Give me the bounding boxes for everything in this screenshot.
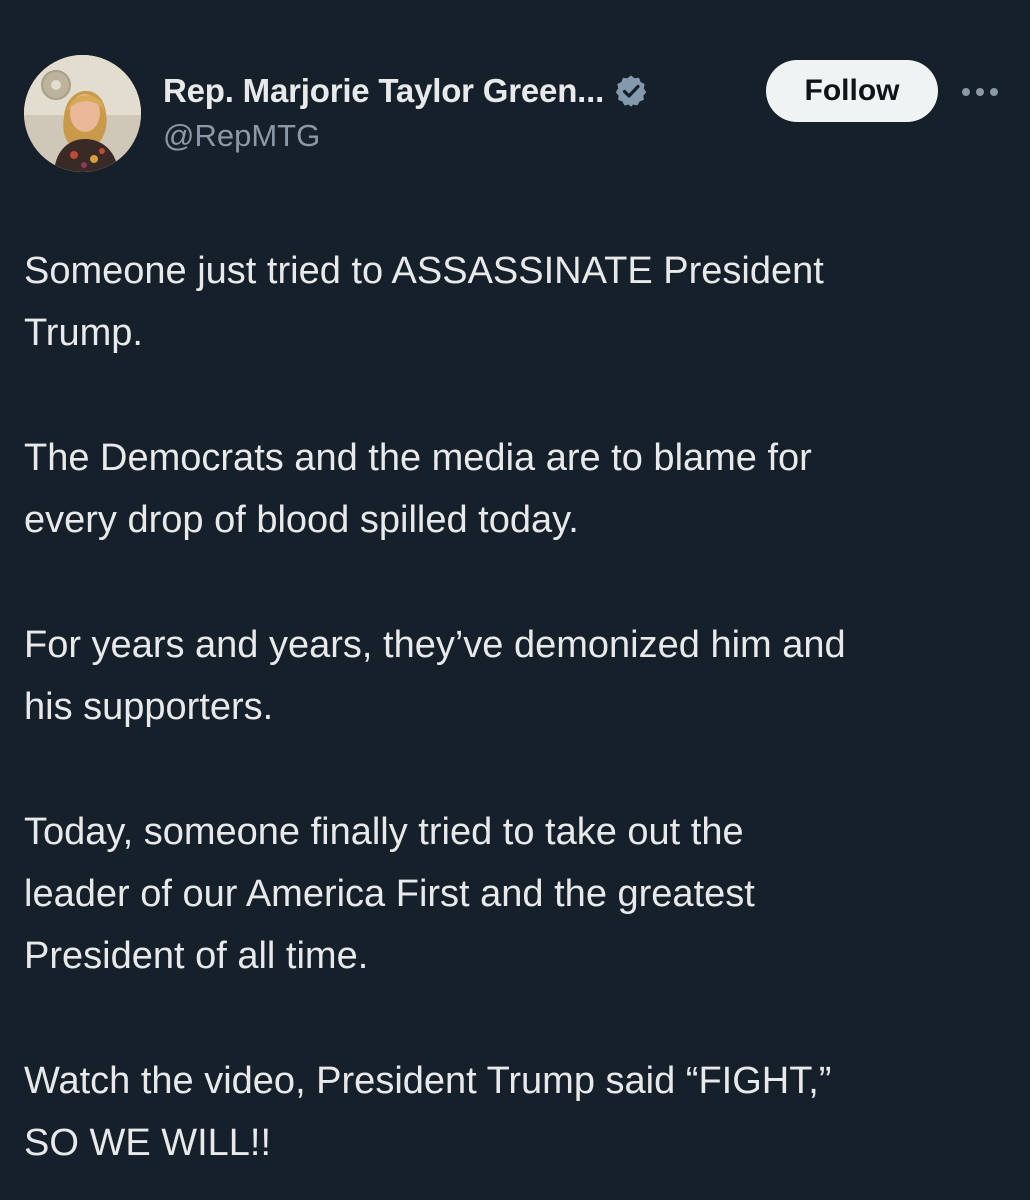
tweet-paragraph: Someone just tried to ASSASSINATE Presid… [24,250,824,354]
tweet-paragraph: For years and years, they’ve demonized h… [24,624,846,728]
follow-button[interactable]: Follow [766,60,938,122]
tweet-paragraph: Watch the video, President Trump said “F… [24,1060,832,1164]
author-name-row: Rep. Marjorie Taylor Green... [163,70,648,112]
verified-badge-icon[interactable] [614,74,648,108]
tweet-paragraph: Today, someone finally tried to take out… [24,811,755,977]
tweet-body: Someone just tried to ASSASSINATE Presid… [24,240,1014,1174]
author-display-name[interactable]: Rep. Marjorie Taylor Green... [163,72,604,110]
author-handle[interactable]: @RepMTG [163,118,320,154]
author-avatar[interactable] [24,55,141,172]
avatar-photo [24,55,141,172]
more-options-icon[interactable] [958,78,1002,106]
tweet-card: Rep. Marjorie Taylor Green... @RepMTG Fo… [0,0,1030,1200]
tweet-paragraph: The Democrats and the media are to blame… [24,437,812,541]
